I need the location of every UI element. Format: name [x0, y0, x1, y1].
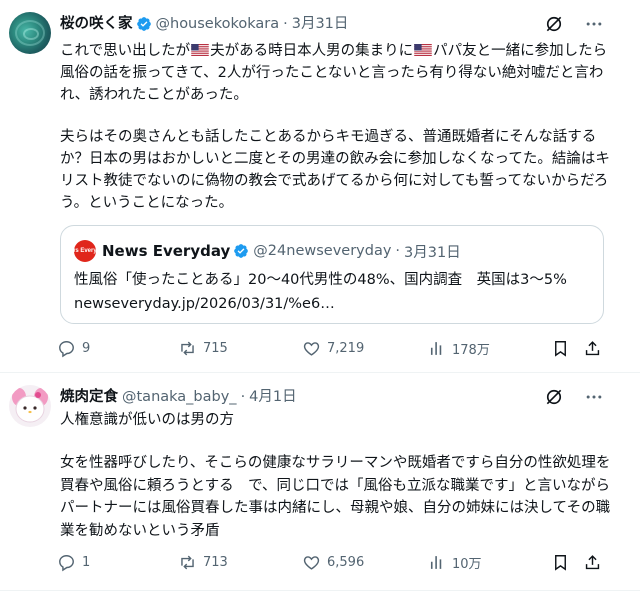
action-bar: 1 713 6,596 10万	[57, 552, 605, 572]
tweet-text: これで思い出したが 夫がある時日本人男の集まりに パパ友と一緒に参加したら風俗の話を…	[60, 40, 615, 106]
like-button[interactable]: 7,219	[302, 338, 364, 358]
reply-icon	[57, 339, 76, 358]
tweet-text-paragraph: 夫らはその奥さんとも話したことあるからキモ過ぎる、普通既婚者にそんな話するか？日…	[60, 129, 610, 211]
tweet-card[interactable]: 桜の咲く家 @housekokokara · 3月31日 これで思い出したが 夫が…	[0, 0, 622, 372]
tweet-header: 桜の咲く家 @housekokokara · 3月31日	[60, 14, 348, 34]
us-flag-icon	[191, 44, 209, 56]
like-icon	[302, 339, 321, 358]
author-handle[interactable]: @housekokokara	[156, 14, 280, 34]
views-icon	[427, 339, 446, 358]
tweet-card[interactable]: 焼肉定食 @tanaka_baby_ · 4月1日 人権意識が低いのは男の方 女…	[0, 373, 622, 592]
separator-dot: ·	[395, 243, 401, 259]
post-date[interactable]: 4月1日	[249, 387, 296, 407]
tweet-header: 焼肉定食 @tanaka_baby_ · 4月1日	[60, 387, 297, 407]
more-icon[interactable]	[584, 14, 604, 34]
bookmark-button[interactable]	[551, 338, 570, 358]
separator-dot: ·	[240, 389, 246, 405]
more-icon[interactable]	[584, 387, 604, 407]
reply-button[interactable]: 9	[57, 338, 90, 358]
author-handle[interactable]: @tanaka_baby_	[122, 387, 237, 407]
repost-icon	[178, 339, 197, 358]
repost-count: 713	[203, 554, 228, 570]
bookmark-icon	[551, 339, 570, 358]
views-count: 178万	[452, 342, 490, 358]
views-icon	[427, 553, 446, 572]
us-flag-icon	[414, 44, 432, 56]
tweet-top-actions	[544, 387, 604, 407]
like-count: 6,596	[327, 554, 365, 570]
reply-count: 9	[82, 340, 91, 356]
quoted-post-date: 3月31日	[404, 244, 461, 261]
action-bar: 9 715 7,219 178万	[57, 338, 605, 358]
like-icon	[302, 553, 321, 572]
reply-count: 1	[82, 554, 91, 570]
avatar[interactable]	[9, 385, 51, 427]
avatar[interactable]	[9, 12, 51, 54]
repost-button[interactable]: 713	[178, 552, 228, 572]
tweet-text: 人権意識が低いのは男の方	[60, 412, 234, 428]
views-button[interactable]: 178万	[427, 338, 490, 358]
post-date[interactable]: 3月31日	[292, 14, 349, 34]
quoted-tweet[interactable]: News Everyday News Everyday @24newsevery…	[60, 225, 604, 324]
views-count: 10万	[452, 556, 482, 572]
quoted-tweet-header: News Everyday News Everyday @24newsevery…	[63, 240, 461, 262]
reply-button[interactable]: 1	[57, 552, 90, 572]
bookmark-button[interactable]	[551, 552, 570, 572]
share-button[interactable]	[583, 338, 602, 358]
divider	[0, 590, 640, 591]
grok-icon[interactable]	[544, 387, 564, 407]
tweet-text-paragraph: 女を性器呼びしたり、そこらの健康なサラリーマンや既婚者ですら自分の性欲処理を買春…	[60, 455, 611, 539]
like-count: 7,219	[327, 340, 365, 356]
tweet-text-part: これで思い出したが	[60, 43, 191, 59]
quoted-author-handle: @24newseveryday	[253, 243, 392, 259]
verified-badge-icon	[136, 16, 152, 32]
tweet-text-part: 夫がある時日本人男の集まりに	[210, 43, 414, 59]
author-name[interactable]: 焼肉定食	[60, 387, 118, 407]
bookmark-icon	[551, 553, 570, 572]
grok-icon[interactable]	[544, 14, 564, 34]
quoted-author-name: News Everyday	[102, 242, 231, 260]
verified-badge-icon	[233, 243, 249, 259]
separator-dot: ·	[283, 16, 288, 32]
tweet-top-actions	[544, 14, 604, 34]
quoted-tweet-text: 性風俗「使ったことある」20～40代男性の48%、国内調査 英国は3～5% ne…	[74, 272, 567, 312]
repost-button[interactable]: 715	[178, 338, 228, 358]
repost-count: 715	[203, 340, 228, 356]
share-icon	[583, 553, 602, 572]
reply-icon	[57, 553, 76, 572]
repost-icon	[178, 553, 197, 572]
avatar-illustration	[12, 388, 48, 423]
author-name[interactable]: 桜の咲く家	[60, 14, 133, 34]
views-button[interactable]: 10万	[427, 552, 482, 572]
share-icon	[583, 339, 602, 358]
like-button[interactable]: 6,596	[302, 552, 364, 572]
share-button[interactable]	[583, 552, 602, 572]
news-logo: News Everyday	[63, 240, 107, 262]
